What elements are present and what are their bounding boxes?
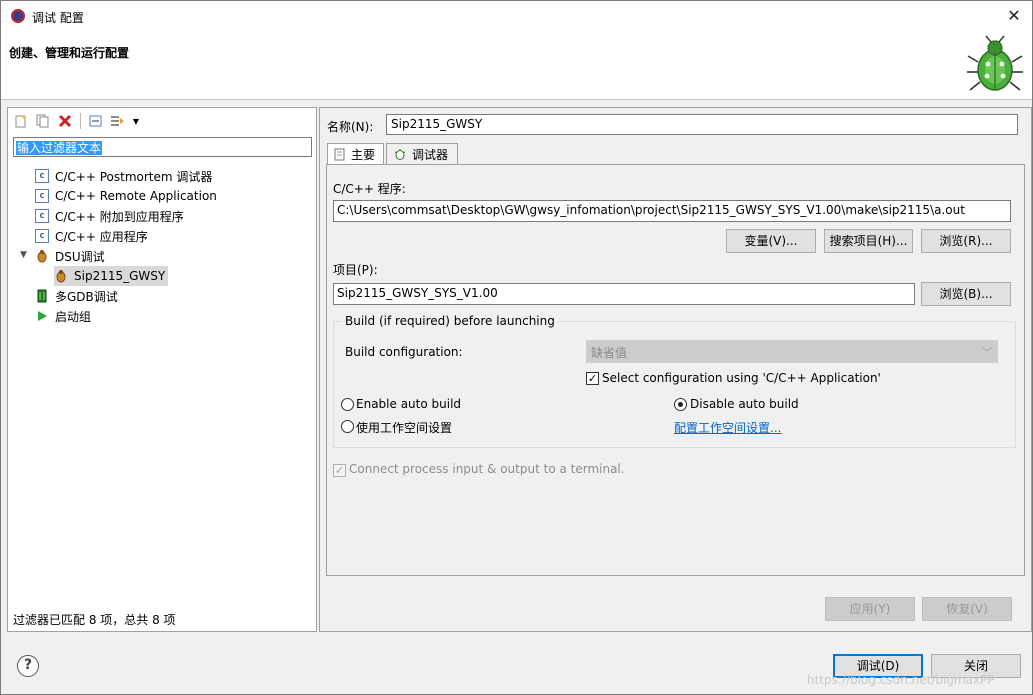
debugger-tab-icon bbox=[394, 149, 406, 160]
dialog-header: 创建、管理和运行配置 bbox=[1, 32, 1032, 100]
tree-item-label: Sip2115_GWSY bbox=[74, 269, 166, 283]
bug-icon bbox=[54, 269, 68, 283]
chevron-down-icon[interactable]: ▼ bbox=[20, 250, 30, 260]
tree-item-application[interactable]: c C/C++ 应用程序 bbox=[35, 226, 148, 246]
filter-input-text: 输入过滤器文本 bbox=[16, 141, 103, 155]
main-tab-content: C/C++ 程序: C:\Users\commsat\Desktop\GW\gw… bbox=[326, 164, 1025, 576]
program-label: C/C++ 程序: bbox=[333, 182, 406, 196]
configure-workspace-link[interactable]: 配置工作空间设置... bbox=[674, 419, 781, 436]
enable-auto-build-label: Enable auto build bbox=[356, 397, 462, 411]
duplicate-config-icon[interactable] bbox=[34, 112, 52, 130]
collapse-all-icon[interactable] bbox=[87, 112, 105, 130]
toolbar-separator bbox=[80, 113, 81, 129]
help-icon[interactable]: ? bbox=[17, 655, 39, 677]
filter-status: 过滤器已匹配 8 项，总共 8 项 bbox=[13, 613, 176, 627]
config-name-input[interactable]: Sip2115_GWSY bbox=[386, 114, 1018, 135]
tree-item-label: 多GDB调试 bbox=[55, 289, 118, 304]
build-config-label: Build configuration: bbox=[345, 345, 463, 359]
build-group-title: Build (if required) before launching bbox=[342, 314, 558, 328]
use-workspace-radio[interactable] bbox=[341, 420, 354, 433]
tab-main-label: 主要 bbox=[351, 148, 376, 162]
eclipse-app-icon bbox=[11, 9, 25, 23]
tree-item-label: C/C++ 应用程序 bbox=[55, 229, 148, 244]
name-label: 名称(N): bbox=[327, 120, 374, 134]
tree-item-remote-application[interactable]: c C/C++ Remote Application bbox=[35, 186, 217, 206]
select-config-label: Select configuration using 'C/C++ Applic… bbox=[602, 371, 881, 385]
tree-item-label: C/C++ Remote Application bbox=[55, 189, 217, 203]
delete-config-icon[interactable] bbox=[56, 112, 74, 130]
launch-group-icon bbox=[35, 309, 49, 323]
use-workspace-label: 使用工作空间设置 bbox=[356, 421, 453, 435]
close-window-icon[interactable]: ✕ bbox=[1002, 4, 1026, 28]
main-tab-icon bbox=[334, 148, 345, 161]
build-config-select: 缺省值 ﹀ bbox=[586, 340, 998, 363]
tree-item-label: C/C++ 附加到应用程序 bbox=[55, 209, 184, 224]
connect-terminal-label: Connect process input & output to a term… bbox=[349, 462, 625, 476]
window-title: 调试 配置 bbox=[32, 11, 84, 25]
filter-config-icon[interactable] bbox=[109, 112, 127, 130]
connect-terminal-checkbox: ✓ bbox=[333, 464, 346, 477]
disable-auto-build-radio[interactable] bbox=[674, 398, 687, 411]
enable-auto-build-radio[interactable] bbox=[341, 398, 354, 411]
tree-item-multi-gdb[interactable]: 多GDB调试 bbox=[35, 286, 118, 306]
title-bar: 调试 配置 ✕ bbox=[1, 1, 1032, 32]
config-tree-panel: ▼ 输入过滤器文本 c C/C++ Postmortem 调试器 c C/C++… bbox=[7, 107, 317, 632]
c-config-icon: c bbox=[35, 209, 49, 223]
filter-input[interactable]: 输入过滤器文本 bbox=[13, 137, 312, 157]
search-project-button[interactable]: 搜索项目(H)... bbox=[824, 229, 913, 253]
build-group: Build (if required) before launching Bui… bbox=[333, 314, 1016, 448]
project-label: 项目(P): bbox=[333, 263, 378, 277]
tree-item-postmortem[interactable]: c C/C++ Postmortem 调试器 bbox=[35, 166, 212, 186]
c-config-icon: c bbox=[35, 169, 49, 183]
debug-bug-icon bbox=[967, 35, 1023, 91]
tab-main[interactable]: 主要 bbox=[327, 143, 384, 165]
tree-item-sip2115[interactable]: Sip2115_GWSY bbox=[54, 266, 169, 286]
tab-debugger[interactable]: 调试器 bbox=[386, 143, 458, 164]
c-config-icon: c bbox=[35, 189, 49, 203]
watermark: https://blog.csdn.net/bigmaxPP bbox=[807, 673, 995, 687]
dialog-heading: 创建、管理和运行配置 bbox=[9, 46, 130, 60]
new-config-icon[interactable] bbox=[12, 112, 30, 130]
bug-icon bbox=[35, 249, 49, 263]
project-input[interactable]: Sip2115_GWSY_SYS_V1.00 bbox=[333, 283, 915, 305]
variables-button[interactable]: 变量(V)... bbox=[726, 229, 816, 253]
tree-item-dsu-debug[interactable]: DSU调试 bbox=[35, 246, 105, 266]
chevron-down-icon: ﹀ bbox=[982, 348, 992, 359]
disable-auto-build-label: Disable auto build bbox=[690, 397, 799, 411]
c-config-icon: c bbox=[35, 229, 49, 243]
program-path-input[interactable]: C:\Users\commsat\Desktop\GW\gwsy_infomat… bbox=[333, 200, 1011, 222]
tree-item-label: 启动组 bbox=[55, 309, 92, 324]
select-config-checkbox[interactable]: ✓ bbox=[586, 372, 599, 385]
tree-item-launch-group[interactable]: 启动组 bbox=[35, 306, 91, 326]
gdb-icon bbox=[35, 289, 49, 303]
revert-button: 恢复(V) bbox=[922, 597, 1012, 621]
build-config-value: 缺省值 bbox=[591, 346, 628, 360]
browse-project-button[interactable]: 浏览(B)... bbox=[921, 282, 1011, 306]
tree-item-label: C/C++ Postmortem 调试器 bbox=[55, 169, 213, 184]
apply-button: 应用(Y) bbox=[825, 597, 915, 621]
debug-config-dialog: 调试 配置 ✕ 创建、管理和运行配置 ▼ 输入过滤器文本 c C/C++ Pos… bbox=[0, 0, 1033, 695]
tab-debugger-label: 调试器 bbox=[412, 147, 449, 162]
tree-item-attach[interactable]: c C/C++ 附加到应用程序 bbox=[35, 206, 184, 226]
tree-item-label: DSU调试 bbox=[55, 249, 105, 264]
browse-program-button[interactable]: 浏览(R)... bbox=[921, 229, 1011, 253]
left-toolbar: ▼ bbox=[12, 111, 141, 131]
toolbar-menu-chevron-icon[interactable]: ▼ bbox=[131, 112, 141, 130]
config-editor-panel: 名称(N): Sip2115_GWSY 主要 调试器 C/C++ 程序: C:\… bbox=[319, 107, 1032, 632]
